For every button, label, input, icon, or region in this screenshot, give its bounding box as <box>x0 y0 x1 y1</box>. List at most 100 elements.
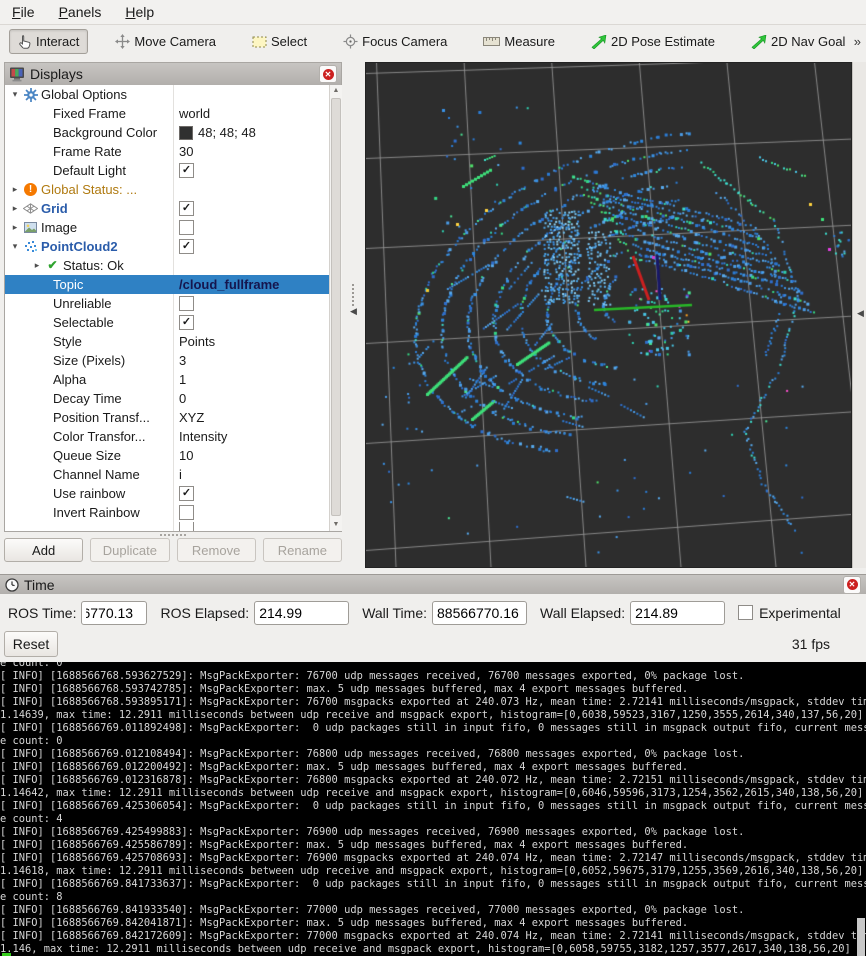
tool-interact[interactable]: Interact <box>9 29 88 54</box>
tree-row-background-color[interactable]: Background Color48; 48; 48 <box>5 123 341 142</box>
tool-label: Interact <box>36 34 79 49</box>
property-value-cell[interactable] <box>173 294 341 313</box>
expander-open-icon[interactable]: ▾ <box>8 85 22 104</box>
displays-close-button[interactable]: ✕ <box>319 65 337 83</box>
tool-2d-pose-estimate[interactable]: 2D Pose Estimate <box>582 29 724 54</box>
tool-move-camera[interactable]: Move Camera <box>106 29 225 54</box>
tree-row-fixed-frame[interactable]: Fixed Frameworld <box>5 104 341 123</box>
expander-closed-icon[interactable]: ▸ <box>8 218 22 237</box>
ros-elapsed-field[interactable] <box>254 601 349 625</box>
checkbox-checked[interactable]: ✓ <box>179 163 194 178</box>
tool-focus-camera[interactable]: Focus Camera <box>334 29 456 54</box>
expander-closed-icon[interactable]: ▸ <box>30 256 44 275</box>
tree-row-alpha[interactable]: Alpha 1 <box>5 370 341 389</box>
time-close-button[interactable]: ✕ <box>843 576 861 594</box>
tree-row-color-transfor[interactable]: Color Transfor... Intensity <box>5 427 341 446</box>
property-value-cell[interactable]: ✓ <box>173 199 341 218</box>
tree-row-default-light[interactable]: Default Light✓ <box>5 161 341 180</box>
splitter-collapse-left-icon[interactable]: ◀ <box>350 306 357 317</box>
tree-row-decay-time[interactable]: Decay Time0 <box>5 389 341 408</box>
property-value-cell[interactable]: 30 <box>173 142 341 161</box>
checkbox-checked[interactable]: ✓ <box>179 486 194 501</box>
splitter-handle[interactable] <box>352 284 354 306</box>
expander-closed-icon[interactable]: ▸ <box>8 180 22 199</box>
tree-row-unreliable[interactable]: Unreliable <box>5 294 341 313</box>
terminal-log[interactable]: e count: 0[ INFO] [1688566768.593627529]… <box>0 662 866 956</box>
scrollbar-thumb[interactable] <box>331 98 341 516</box>
tree-row-channel-name[interactable]: Channel Namei <box>5 465 341 484</box>
property-value-cell[interactable]: world <box>173 104 341 123</box>
checkbox-checked[interactable]: ✓ <box>179 201 194 216</box>
tree-row-selectable[interactable]: Selectable✓ <box>5 313 341 332</box>
menu-help[interactable]: Help <box>125 4 154 20</box>
ros-time-field[interactable] <box>81 601 147 625</box>
tool-measure[interactable]: Measure <box>474 29 564 54</box>
property-value-cell[interactable]: /cloud_fullframe <box>173 275 341 294</box>
tree-row-global-options[interactable]: ▾Global Options <box>5 85 341 104</box>
checkbox-checked[interactable]: ✓ <box>179 239 194 254</box>
ok-icon: ✔ <box>44 256 61 275</box>
property-value-cell[interactable] <box>173 503 341 522</box>
tool-select[interactable]: Select <box>243 29 316 54</box>
property-label: Alpha <box>53 370 86 389</box>
terminal-scrollbar-thumb[interactable] <box>857 918 865 956</box>
tree-row-style[interactable]: StylePoints <box>5 332 341 351</box>
property-value-cell[interactable]: Points <box>173 332 341 351</box>
tree-row-queue-size[interactable]: Queue Size10 <box>5 446 341 465</box>
tree-row-pointcloud2[interactable]: ▾PointCloud2✓ <box>5 237 341 256</box>
property-value-cell[interactable]: ✓ <box>173 237 341 256</box>
displays-scrollbar[interactable]: ▲ ▼ <box>329 85 342 531</box>
toolbar-overflow-chevron[interactable]: » <box>854 34 861 49</box>
checkbox-unchecked[interactable] <box>179 505 194 520</box>
panel-resize-handle[interactable] <box>4 530 342 536</box>
property-value-cell[interactable]: XYZ <box>173 408 341 427</box>
tree-row-status-ok[interactable]: ▸✔Status: Ok <box>5 256 341 275</box>
gear-icon <box>22 88 39 102</box>
property-value-cell[interactable]: 0 <box>173 389 341 408</box>
menu-file[interactable]: File <box>12 4 35 20</box>
tree-row-invert-rainbow[interactable]: Invert Rainbow <box>5 503 341 522</box>
tree-row-frame-rate[interactable]: Frame Rate30 <box>5 142 341 161</box>
tree-row-size-pixels[interactable]: Size (Pixels)3 <box>5 351 341 370</box>
property-value-cell[interactable]: ✓ <box>173 161 341 180</box>
property-value-cell[interactable]: 3 <box>173 351 341 370</box>
displays-panel-header[interactable]: Displays ✕ <box>5 63 341 85</box>
property-value-cell[interactable]: 1 <box>173 370 341 389</box>
reset-button[interactable]: Reset <box>4 631 58 657</box>
checkbox-unchecked[interactable] <box>179 296 194 311</box>
property-value-cell[interactable]: 10 <box>173 446 341 465</box>
collapsed-views-panel[interactable]: ◀ <box>852 62 866 568</box>
property-value-cell[interactable]: Intensity <box>173 427 341 446</box>
checkbox-checked[interactable]: ✓ <box>179 315 194 330</box>
tree-row-grid[interactable]: ▸Grid✓ <box>5 199 341 218</box>
property-label: Color Transfor... <box>53 427 145 446</box>
tree-row-image[interactable]: ▸Image <box>5 218 341 237</box>
tool-2d-nav-goal[interactable]: 2D Nav Goal <box>742 29 854 54</box>
property-value-cell[interactable]: 48; 48; 48 <box>173 123 341 142</box>
checkbox-unchecked[interactable] <box>179 220 194 235</box>
property-value-cell[interactable] <box>173 85 341 104</box>
tree-row-use-rainbow[interactable]: Use rainbow✓ <box>5 484 341 503</box>
add-button[interactable]: Add <box>4 538 83 562</box>
image-icon <box>22 222 39 233</box>
tree-row-global-status[interactable]: ▸!Global Status: ... <box>5 180 341 199</box>
pointcloud-canvas[interactable] <box>366 63 851 567</box>
wall-elapsed-field[interactable] <box>630 601 725 625</box>
wall-time-field[interactable] <box>432 601 527 625</box>
property-value-cell[interactable] <box>173 256 341 275</box>
tree-row-topic[interactable]: Topic/cloud_fullframe <box>5 275 341 294</box>
scroll-up-icon[interactable]: ▲ <box>330 85 342 97</box>
panel-expand-left-icon[interactable]: ◀ <box>857 308 864 319</box>
expander-open-icon[interactable]: ▾ <box>8 237 22 256</box>
3d-viewport[interactable] <box>365 62 852 568</box>
experimental-checkbox[interactable] <box>738 605 753 620</box>
property-value-cell[interactable]: ✓ <box>173 313 341 332</box>
property-value-cell[interactable] <box>173 218 341 237</box>
property-value-cell[interactable]: i <box>173 465 341 484</box>
property-value-cell[interactable] <box>173 180 341 199</box>
property-value-cell[interactable]: ✓ <box>173 484 341 503</box>
tree-row-position-transf[interactable]: Position Transf...XYZ <box>5 408 341 427</box>
time-panel-header[interactable]: Time ✕ <box>0 574 866 594</box>
expander-closed-icon[interactable]: ▸ <box>8 199 22 218</box>
menu-panels[interactable]: Panels <box>59 4 102 20</box>
